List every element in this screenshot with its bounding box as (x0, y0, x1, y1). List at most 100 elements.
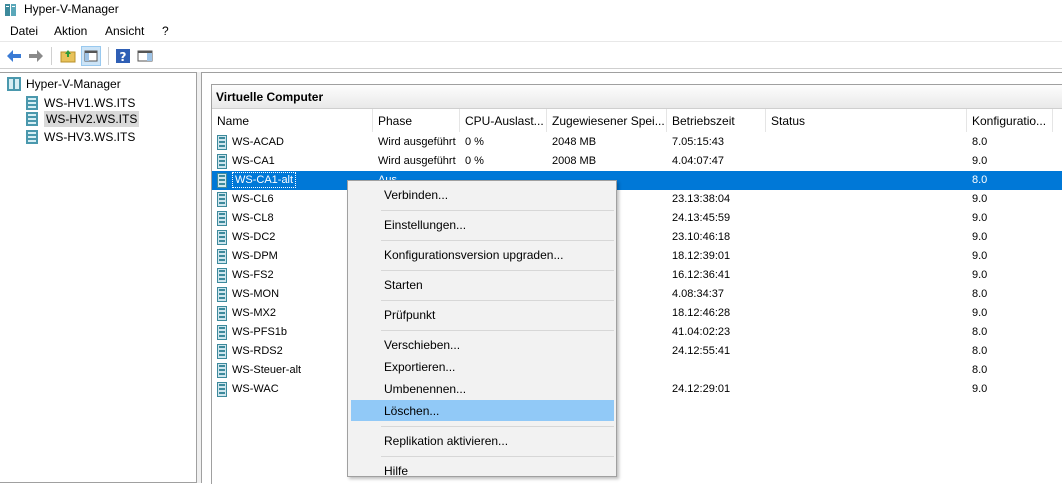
results-pane: Virtuelle Computer Name Phase CPU-Auslas… (201, 72, 1062, 484)
tree-root-label: Hyper-V-Manager (26, 77, 121, 91)
vm-uptime: 4.08:34:37 (672, 288, 724, 300)
toolbar-separator (51, 47, 52, 65)
menu-separator (381, 426, 614, 427)
context-menu-item[interactable]: Starten (351, 274, 614, 295)
menu-datei[interactable]: Datei (10, 24, 38, 38)
vm-phase: Wird ausgeführt (378, 136, 456, 148)
context-menu-item[interactable]: Prüfpunkt (351, 304, 614, 325)
virtual-machine-icon (217, 382, 227, 397)
vm-name: WS-FS2 (232, 269, 274, 281)
vm-name: WS-DPM (232, 250, 278, 262)
virtual-machine-icon (217, 306, 227, 321)
vm-name: WS-CL8 (232, 212, 274, 224)
vm-config: 9.0 (972, 231, 988, 243)
vm-row[interactable]: WS-FS2 16.12:36:41 9.0 (212, 266, 1062, 285)
vm-config: 9.0 (972, 307, 988, 319)
menu-separator (381, 456, 614, 457)
context-menu-item[interactable]: Replikation aktivieren... (351, 430, 614, 451)
vm-row[interactable]: WS-DPM 18.12:39:01 9.0 (212, 247, 1062, 266)
vm-uptime: 41.04:02:23 (672, 326, 731, 338)
tree-root-hyper-v-manager[interactable]: Hyper-V-Manager (6, 75, 121, 93)
vm-uptime: 23.13:38:04 (672, 193, 731, 205)
menu-separator (381, 270, 614, 271)
menu-help[interactable]: ? (162, 24, 169, 38)
vm-row[interactable]: WS-ACAD Wird ausgeführt 0 % 2048 MB 7.05:15:… (212, 133, 1062, 152)
menu-bar: Datei Aktion Ansicht ? (0, 20, 1062, 42)
virtual-machine-icon (217, 249, 227, 264)
hyper-v-manager-icon (7, 77, 21, 91)
menu-ansicht[interactable]: Ansicht (105, 24, 144, 38)
svg-text:?: ? (120, 50, 127, 64)
folder-up-icon[interactable] (58, 46, 78, 66)
toolbar-separator (108, 47, 109, 65)
virtual-machine-icon (217, 135, 227, 150)
column-header-config[interactable]: Konfiguratio... (967, 109, 1053, 132)
tree-server-label: WS-HV2.WS.ITS (44, 111, 140, 127)
show-action-pane-icon[interactable] (135, 46, 155, 66)
virtual-machine-icon (217, 268, 227, 283)
help-icon[interactable]: ? (113, 46, 133, 66)
virtual-machine-icon (217, 154, 227, 169)
forward-arrow-icon[interactable] (26, 46, 46, 66)
context-menu-item[interactable]: Verbinden... (351, 184, 614, 205)
server-icon (26, 130, 38, 144)
vm-uptime: 7.05:15:43 (672, 136, 724, 148)
context-menu-item[interactable]: Löschen... (351, 400, 614, 421)
column-header-name[interactable]: Name (212, 109, 373, 132)
context-menu-item[interactable]: Umbenennen... (351, 378, 614, 399)
virtual-machine-icon (217, 363, 227, 378)
menu-separator (381, 240, 614, 241)
vm-config: 9.0 (972, 193, 988, 205)
virtual-machine-icon (217, 287, 227, 302)
vm-mem: 2048 MB (552, 136, 597, 148)
menu-separator (381, 210, 614, 211)
vm-name: WS-PFS1b (232, 326, 288, 338)
context-menu-item[interactable]: Einstellungen... (351, 214, 614, 235)
context-menu-item[interactable]: Verschieben... (351, 334, 614, 355)
vm-config: 9.0 (972, 269, 988, 281)
vm-config: 8.0 (972, 326, 988, 338)
column-header-status[interactable]: Status (766, 109, 967, 132)
vm-name: WS-RDS2 (232, 345, 283, 357)
tree-server-ws-hv3[interactable]: WS-HV3.WS.ITS (24, 128, 135, 146)
vm-row[interactable]: WS-CL8 24.13:45:59 9.0 (212, 209, 1062, 228)
show-hide-console-tree-icon[interactable] (81, 46, 101, 66)
vm-row[interactable]: WS-CL6 23.13:38:04 9.0 (212, 190, 1062, 209)
vm-row[interactable]: WS-MON 4.08:34:37 8.0 (212, 285, 1062, 304)
vm-config: 9.0 (972, 155, 988, 167)
vm-row[interactable]: WS-MX2 18.12:46:28 9.0 (212, 304, 1062, 323)
hyper-v-app-icon (5, 4, 16, 16)
virtual-machines-section: Virtuelle Computer Name Phase CPU-Auslas… (211, 84, 1062, 484)
vm-uptime: 24.12:55:41 (672, 345, 731, 357)
vm-row[interactable]: WS-CA1 Wird ausgeführt 0 % 2008 MB 4.04:07:4… (212, 152, 1062, 171)
context-menu-item[interactable]: Konfigurationsversion upgraden... (351, 244, 614, 265)
column-header-cpu[interactable]: CPU-Auslast... (460, 109, 547, 132)
vm-row[interactable]: WS-RDS2 24.12:55:41 8.0 (212, 342, 1062, 361)
vm-row[interactable]: WS-CA1-altAus8.0 (212, 171, 1062, 190)
context-menu-item[interactable]: Hilfe (351, 460, 614, 481)
tree-server-label: WS-HV1.WS.ITS (44, 96, 136, 110)
back-arrow-icon[interactable] (4, 46, 24, 66)
vm-row[interactable]: WS-Steuer-alt 8.0 (212, 361, 1062, 380)
column-header-memory[interactable]: Zugewiesener Spei... (547, 109, 667, 132)
vm-config: 9.0 (972, 383, 988, 395)
column-header-uptime[interactable]: Betriebszeit (667, 109, 766, 132)
vm-uptime: 18.12:46:28 (672, 307, 731, 319)
menu-separator (381, 330, 614, 331)
vm-row[interactable]: WS-DC2 23.10:46:18 9.0 (212, 228, 1062, 247)
vm-uptime: 24.13:45:59 (672, 212, 731, 224)
vm-config: 8.0 (972, 364, 988, 376)
virtual-machine-icon (217, 211, 227, 226)
window-title: Hyper-V-Manager (24, 2, 119, 16)
vm-config: 8.0 (972, 288, 988, 300)
vm-uptime: 18.12:39:01 (672, 250, 731, 262)
tree-server-ws-hv2[interactable]: WS-HV2.WS.ITS (24, 110, 140, 128)
vm-name: WS-MX2 (232, 307, 276, 319)
vm-row[interactable]: WS-PFS1b 41.04:02:23 8.0 (212, 323, 1062, 342)
vm-row[interactable]: WS-WAC 24.12:29:01 9.0 (212, 380, 1062, 399)
menu-aktion[interactable]: Aktion (54, 24, 87, 38)
column-header-phase[interactable]: Phase (373, 109, 460, 132)
context-menu-item[interactable]: Exportieren... (351, 356, 614, 377)
vm-cpu: 0 % (465, 136, 484, 148)
virtual-machine-icon (217, 230, 227, 245)
